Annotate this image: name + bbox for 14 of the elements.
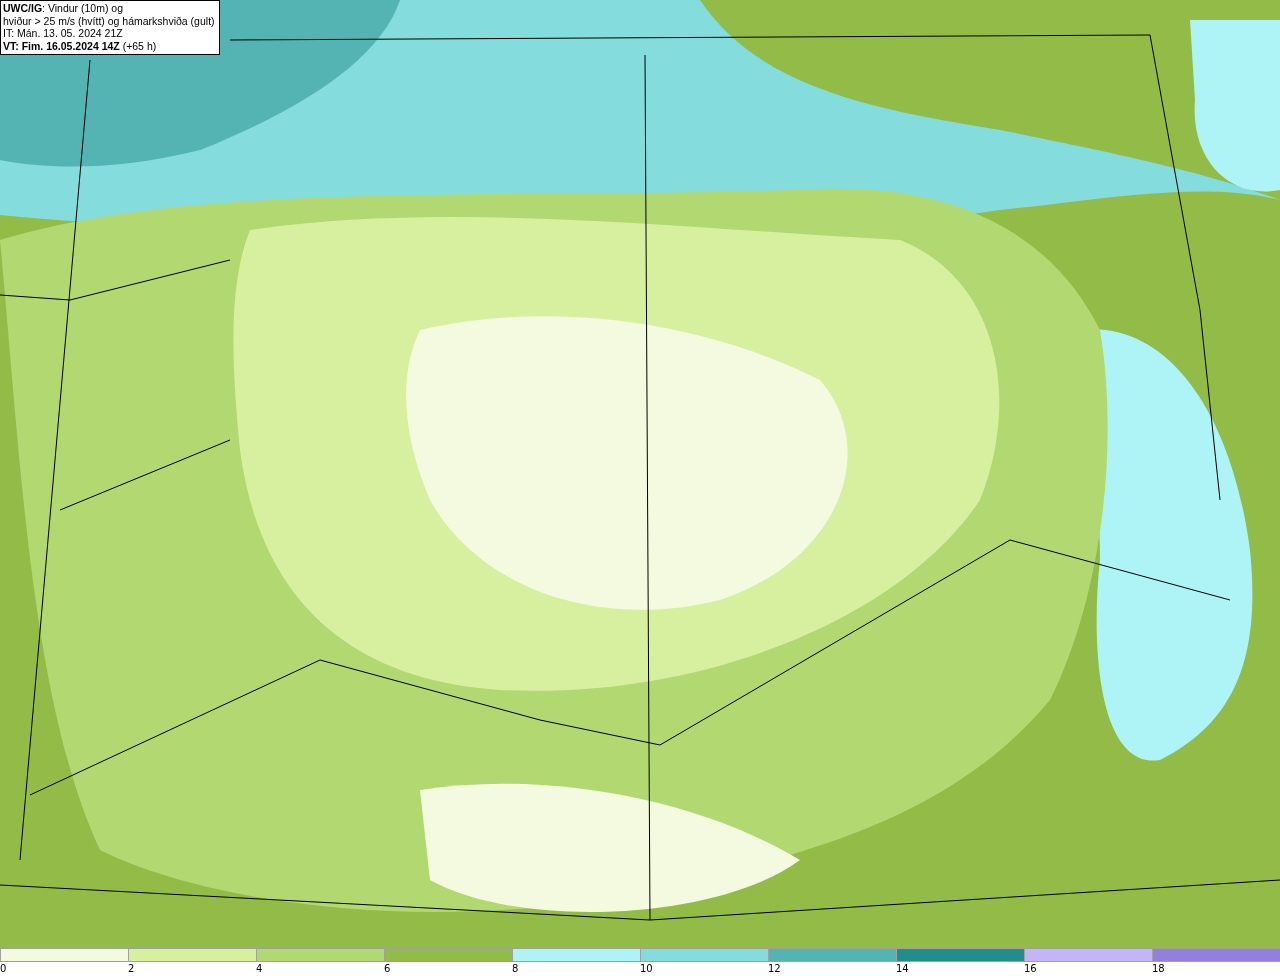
- legend-label: 4: [256, 962, 263, 976]
- legend-label: 0: [0, 962, 7, 976]
- legend-label: 18: [1152, 962, 1165, 976]
- legend-label: 2: [128, 962, 135, 976]
- map-title-line: hviður > 25 m/s (hvítt) og hámarkshviða (gult): [3, 14, 215, 27]
- legend-label: 12: [768, 962, 781, 976]
- legend-label: 14: [896, 962, 909, 976]
- legend-label: 6: [384, 962, 391, 976]
- legend-label: 10: [640, 962, 653, 976]
- legend-label: 8: [512, 962, 519, 976]
- map-title-line: VT: Fim. 16.05.2024 14Z (+65 h): [3, 39, 158, 52]
- legend-label: 16: [1024, 962, 1037, 976]
- map-title-line: IT: Mán. 13. 05. 2024 21Z: [3, 27, 124, 40]
- map-title-line: UWC/IG: Vindur (10m) og: [3, 2, 124, 15]
